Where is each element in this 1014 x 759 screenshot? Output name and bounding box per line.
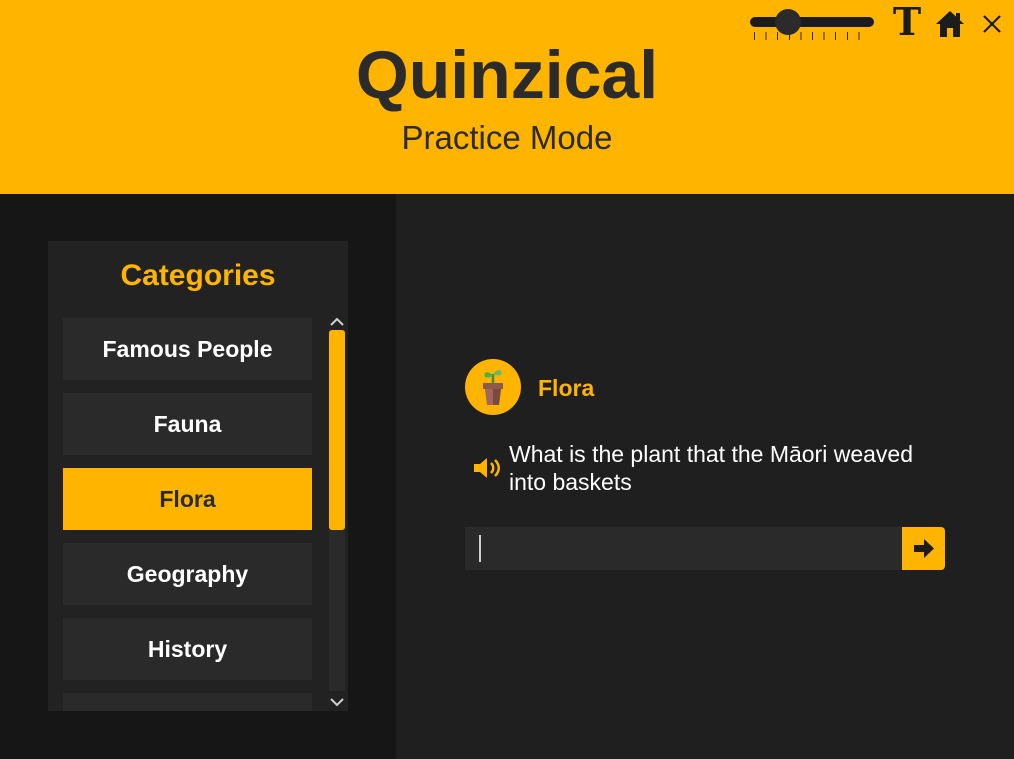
slider-ticks [754, 32, 870, 40]
text-caret [479, 535, 481, 562]
header: Quinzical Practice Mode T [0, 0, 1014, 194]
answer-input[interactable] [465, 527, 902, 570]
categories-panel: Categories Famous People Fauna Flora Geo… [48, 241, 348, 711]
text-size-icon[interactable]: T [892, 2, 922, 42]
chevron-up-icon[interactable] [329, 315, 345, 329]
category-item-partial[interactable] [63, 693, 312, 711]
question-text: What is the plant that the Māori weaved … [509, 441, 913, 495]
category-item-history[interactable]: History [63, 618, 312, 680]
speaker-icon[interactable] [471, 452, 503, 484]
close-icon[interactable] [980, 12, 1004, 36]
category-item-geography[interactable]: Geography [63, 543, 312, 605]
category-list: Famous People Fauna Flora Geography Hist… [63, 318, 312, 711]
home-icon[interactable] [934, 8, 966, 40]
slider-track[interactable] [750, 17, 874, 27]
arrow-right-icon [914, 539, 934, 558]
plant-pot-icon [465, 359, 521, 415]
slider-thumb[interactable] [775, 9, 801, 35]
category-item-fauna[interactable]: Fauna [63, 393, 312, 455]
text-size-slider[interactable] [750, 8, 874, 40]
category-item-flora[interactable]: Flora [63, 468, 312, 530]
chevron-down-icon[interactable] [329, 695, 345, 709]
category-item-famous-people[interactable]: Famous People [63, 318, 312, 380]
category-scrollbar[interactable] [326, 313, 348, 711]
scroll-thumb[interactable] [329, 330, 345, 530]
app-title: Quinzical [355, 37, 659, 113]
mode-subtitle: Practice Mode [401, 119, 613, 156]
submit-button[interactable] [902, 527, 945, 570]
categories-heading: Categories [120, 259, 276, 292]
question-category-name: Flora [538, 375, 595, 401]
